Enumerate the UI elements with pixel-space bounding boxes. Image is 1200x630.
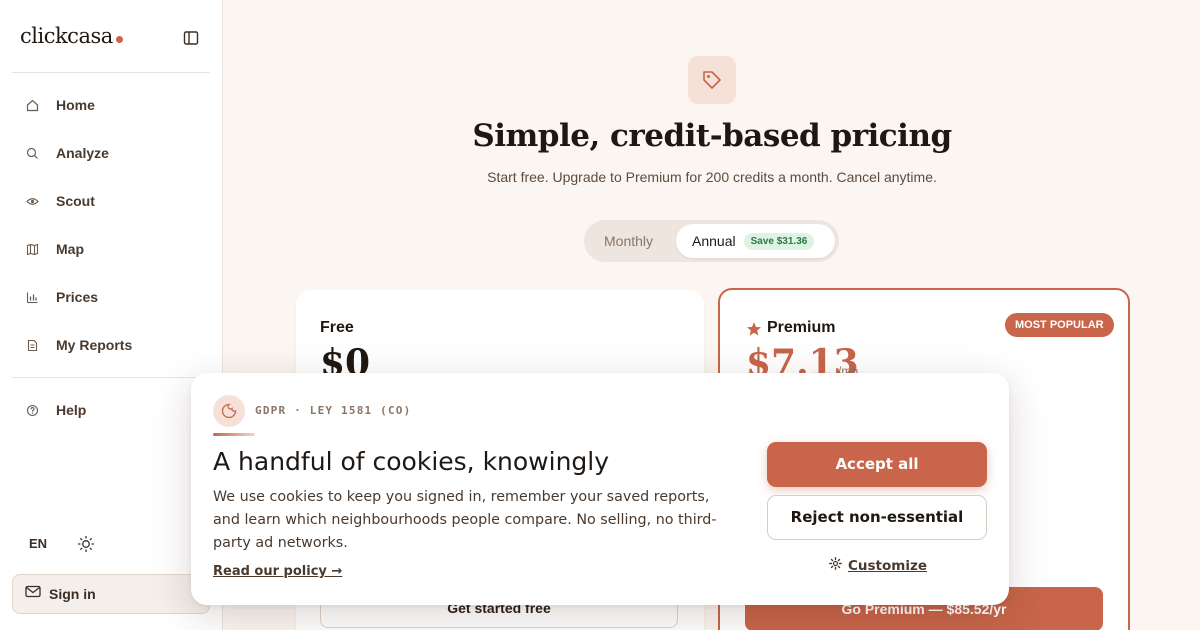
most-popular-badge: MOST POPULAR <box>1005 313 1114 337</box>
billing-annual-label: Annual <box>692 233 736 249</box>
sidebar-item-label: Analyze <box>56 145 109 161</box>
page-title: Simple, credit-based pricing <box>472 118 952 154</box>
cookie-title: A handful of cookies, knowingly <box>213 447 610 476</box>
language-switch[interactable]: EN <box>29 536 47 551</box>
sidebar-item-label: My Reports <box>56 337 133 353</box>
sidebar-item-label: Prices <box>56 289 99 305</box>
bar-chart-icon <box>26 291 39 304</box>
accent-bar <box>213 433 255 436</box>
customize-button[interactable]: Customize <box>829 557 927 575</box>
sign-in-label: Sign in <box>49 586 96 602</box>
reject-non-essential-button[interactable]: Reject non-essential <box>767 495 987 540</box>
document-icon <box>26 339 39 352</box>
billing-toggle: Monthly Annual Save $31.36 <box>584 220 839 262</box>
sun-icon[interactable] <box>77 535 95 553</box>
cookie-consent-dialog: GDPR · LEY 1581 (CO) A handful of cookie… <box>191 373 1009 605</box>
sidebar-divider <box>12 377 210 378</box>
cookie-tag: GDPR · LEY 1581 (CO) <box>255 404 412 417</box>
sidebar-divider <box>12 72 210 73</box>
sidebar-item-help[interactable]: Help <box>12 391 210 429</box>
help-icon <box>26 404 39 417</box>
sidebar-item-label: Home <box>56 97 95 113</box>
sidebar-item-home[interactable]: Home <box>12 86 210 124</box>
page-subtitle: Start free. Upgrade to Premium for 200 c… <box>487 169 937 185</box>
home-icon <box>26 99 39 112</box>
mail-icon <box>25 585 41 603</box>
brand-logo[interactable]: clickcasa <box>20 24 123 48</box>
sign-in-button[interactable]: Sign in <box>12 574 210 614</box>
save-badge: Save $31.36 <box>743 232 815 250</box>
sidebar-item-label: Map <box>56 241 84 257</box>
billing-annual-option[interactable]: Annual Save $31.36 <box>676 224 835 258</box>
sidebar-item-analyze[interactable]: Analyze <box>12 134 210 172</box>
accept-all-button[interactable]: Accept all <box>767 442 987 487</box>
sidebar-toggle-icon[interactable] <box>182 29 200 47</box>
customize-label: Customize <box>848 558 927 574</box>
sidebar-item-prices[interactable]: Prices <box>12 278 210 316</box>
eye-icon <box>26 195 39 208</box>
plan-name: Premium <box>767 319 836 336</box>
sidebar-item-label: Help <box>56 402 87 418</box>
sidebar-item-my-reports[interactable]: My Reports <box>12 326 210 364</box>
billing-monthly-option[interactable]: Monthly <box>604 233 653 249</box>
cookie-icon <box>213 395 245 427</box>
map-icon <box>26 243 39 256</box>
sidebar: clickcasa Home Analyze Scout Map Prices … <box>0 0 223 630</box>
search-icon <box>26 147 39 160</box>
sidebar-item-scout[interactable]: Scout <box>12 182 210 220</box>
sidebar-item-label: Scout <box>56 193 95 209</box>
sidebar-item-map[interactable]: Map <box>12 230 210 268</box>
tag-icon <box>688 56 736 104</box>
brand-dot <box>115 36 123 43</box>
plan-name: Free <box>320 319 354 336</box>
gear-icon <box>829 557 842 575</box>
read-policy-link[interactable]: Read our policy → <box>213 564 342 579</box>
cookie-body: We use cookies to keep you signed in, re… <box>213 489 717 551</box>
star-icon <box>746 321 762 337</box>
